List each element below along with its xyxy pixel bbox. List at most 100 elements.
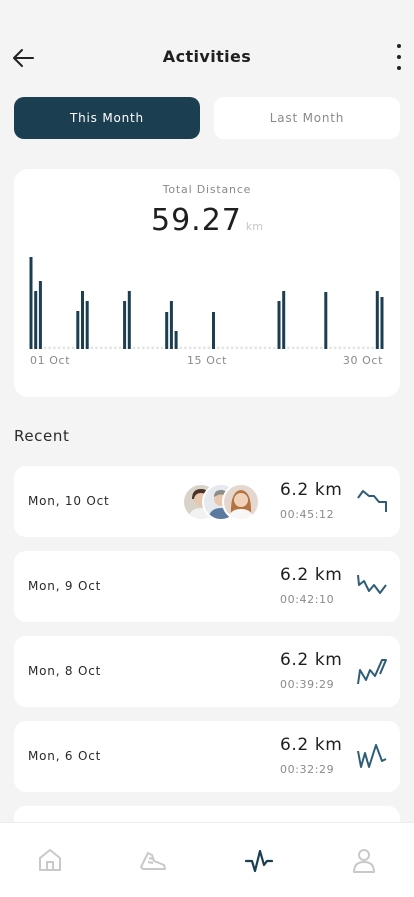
nav-workouts-button[interactable] bbox=[138, 845, 168, 875]
tab-this-month[interactable]: This Month bbox=[14, 97, 200, 139]
distance-unit: km bbox=[245, 220, 263, 233]
chart-empty-day-marker bbox=[254, 346, 257, 349]
chart-empty-day-marker bbox=[193, 346, 196, 349]
chart-empty-day-marker bbox=[207, 346, 210, 349]
chart-empty-day-marker bbox=[348, 346, 351, 349]
chart-empty-day-marker bbox=[160, 346, 164, 349]
chart-empty-day-marker bbox=[329, 346, 332, 349]
chart-bar bbox=[81, 291, 84, 349]
chart-empty-day-marker bbox=[338, 346, 342, 349]
chart-empty-day-marker bbox=[320, 346, 323, 349]
total-distance-value-row: 59.27 km bbox=[14, 203, 400, 238]
list-item[interactable]: Mon, 9 Oct 6.2 km 00:42:10 bbox=[14, 551, 400, 622]
chart-bar bbox=[165, 312, 169, 349]
chart-empty-day-marker bbox=[291, 346, 295, 349]
chart-empty-day-marker bbox=[57, 346, 61, 349]
total-distance-value: 59.27 bbox=[151, 203, 242, 238]
list-item[interactable]: Mon, 10 Oct 6.2 km 00:45:12 bbox=[14, 466, 400, 537]
chart-empty-day-marker bbox=[109, 346, 112, 349]
activity-date: Mon, 6 Oct bbox=[28, 749, 102, 763]
chart-empty-day-marker bbox=[184, 346, 187, 349]
chart-empty-day-marker bbox=[366, 346, 370, 349]
chart-empty-day-marker bbox=[352, 346, 356, 349]
activity-date: Mon, 9 Oct bbox=[28, 579, 102, 593]
chart-empty-day-marker bbox=[371, 346, 374, 349]
header: Activities bbox=[0, 0, 414, 110]
chart-bar bbox=[380, 297, 384, 349]
chart-bar bbox=[85, 301, 89, 349]
bottom-navigation bbox=[0, 822, 414, 897]
chart-empty-day-marker bbox=[268, 346, 271, 349]
chart-empty-day-marker bbox=[296, 346, 299, 349]
recent-title: Recent bbox=[14, 427, 70, 445]
activity-duration: 00:42:10 bbox=[280, 593, 335, 606]
nav-activities-button[interactable] bbox=[244, 845, 274, 875]
chart-empty-day-marker bbox=[137, 346, 140, 349]
chart-empty-day-marker bbox=[263, 346, 267, 349]
chart-empty-day-marker bbox=[48, 346, 51, 349]
chart-empty-day-marker bbox=[132, 346, 136, 349]
chart-bar bbox=[174, 331, 178, 349]
more-vertical-icon bbox=[397, 44, 401, 48]
chart-empty-day-marker bbox=[310, 346, 313, 349]
chart-empty-day-marker bbox=[221, 346, 225, 349]
chart-empty-day-marker bbox=[95, 346, 98, 349]
total-distance-label: Total Distance bbox=[162, 183, 252, 196]
trend-line-icon bbox=[357, 744, 387, 768]
chart-bar bbox=[282, 291, 286, 349]
tab-last-month[interactable]: Last Month bbox=[214, 97, 400, 139]
more-options-button[interactable] bbox=[394, 44, 404, 70]
chart-empty-day-marker bbox=[146, 346, 150, 349]
chart-empty-day-marker bbox=[245, 346, 248, 349]
activity-distance: 6.2 km bbox=[280, 565, 343, 585]
daily-distance-chart: 01 Oct 15 Oct 30 Oct bbox=[29, 257, 384, 365]
activity-duration: 00:32:29 bbox=[280, 763, 335, 776]
activity-date: Mon, 8 Oct bbox=[28, 664, 102, 678]
chart-empty-day-marker bbox=[343, 346, 346, 349]
chart-empty-day-marker bbox=[249, 346, 253, 349]
chart-bar bbox=[123, 301, 127, 349]
chart-bar bbox=[76, 311, 80, 349]
total-distance-card: Total Distance 59.27 km 01 Oct 15 Oct 30 Oc… bbox=[14, 169, 400, 397]
activity-date: Mon, 10 Oct bbox=[28, 494, 110, 508]
list-item[interactable]: Mon, 6 Oct 6.2 km 00:32:29 bbox=[14, 721, 400, 792]
chart-empty-day-marker bbox=[71, 346, 75, 349]
chart-empty-day-marker bbox=[53, 346, 56, 349]
chart-bar bbox=[29, 257, 33, 349]
chart-empty-day-marker bbox=[188, 346, 192, 349]
chart-empty-day-marker bbox=[273, 346, 276, 349]
activity-distance: 6.2 km bbox=[280, 735, 343, 755]
x-tick-label: 01 Oct bbox=[30, 354, 70, 365]
chart-empty-day-marker bbox=[240, 346, 243, 349]
chart-empty-day-marker bbox=[104, 346, 108, 349]
chart-empty-day-marker bbox=[315, 346, 318, 349]
chart-empty-day-marker bbox=[231, 346, 234, 349]
trend-line-icon bbox=[357, 574, 387, 594]
running-shoe-icon bbox=[140, 852, 166, 870]
activity-duration: 00:45:12 bbox=[280, 508, 335, 521]
chart-bar bbox=[38, 281, 42, 349]
chart-empty-day-marker bbox=[217, 346, 220, 349]
chart-empty-day-marker bbox=[179, 346, 182, 349]
trend-line-icon bbox=[357, 659, 387, 685]
participant-avatars bbox=[182, 483, 262, 521]
period-tabs: This Month Last Month bbox=[14, 97, 400, 139]
list-item[interactable]: Mon, 8 Oct 6.2 km 00:39:29 bbox=[14, 636, 400, 707]
chart-empty-day-marker bbox=[357, 346, 360, 349]
nav-profile-button[interactable] bbox=[349, 845, 379, 875]
chart-empty-day-marker bbox=[305, 346, 309, 349]
chart-empty-day-marker bbox=[114, 346, 117, 349]
chart-bar bbox=[169, 301, 173, 349]
chart-empty-day-marker bbox=[67, 346, 70, 349]
x-tick-label: 30 Oct bbox=[343, 354, 383, 365]
chart-empty-day-marker bbox=[301, 346, 304, 349]
chart-empty-day-marker bbox=[235, 346, 239, 349]
chart-bar bbox=[324, 292, 328, 349]
chart-empty-day-marker bbox=[156, 346, 159, 349]
nav-home-button[interactable] bbox=[35, 845, 65, 875]
chart-empty-day-marker bbox=[203, 346, 206, 349]
chart-empty-day-marker bbox=[287, 346, 290, 349]
activity-duration: 00:39:29 bbox=[280, 678, 335, 691]
chart-bar bbox=[212, 312, 215, 349]
page-title: Activities bbox=[162, 47, 252, 66]
